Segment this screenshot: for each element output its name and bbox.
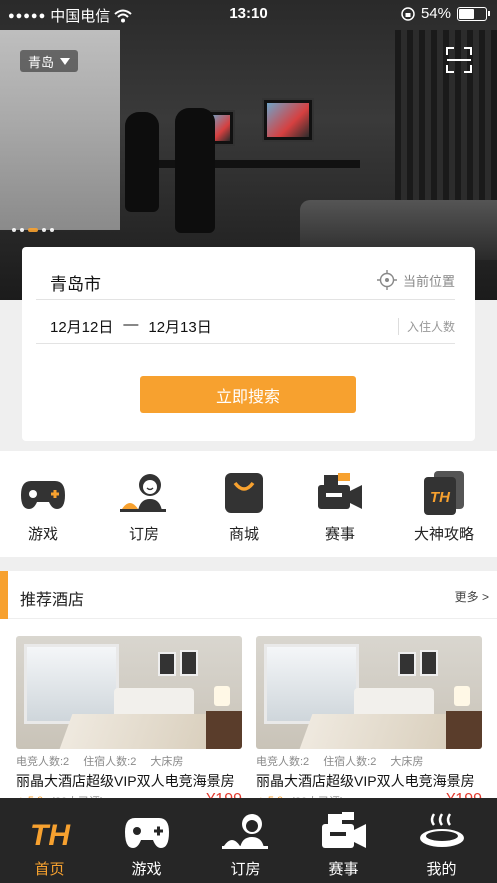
search-city: 青岛市 (50, 275, 101, 294)
hotel-meta: 电竞人数:2 住宿人数:2 大床房 (16, 753, 242, 769)
status-bar: ●●●●● 中国电信 13:10 54% (0, 0, 497, 28)
hero-chair (125, 112, 159, 212)
date-range[interactable]: 12月12日 — 12月13日 (50, 316, 212, 337)
home-logo-icon: TH (30, 819, 71, 852)
hotel-photo (256, 636, 482, 749)
pager-dot (20, 228, 24, 232)
tab-label: 订房 (230, 861, 261, 878)
category-label: 订房 (128, 526, 159, 543)
hotel-card[interactable]: 电竞人数:2 住宿人数:2 大床房 丽晶大酒店超级VIP双人电竞海景房 ★ 5.… (16, 636, 242, 809)
city-selector[interactable]: 青岛 (20, 50, 79, 72)
tab-label: 赛事 (328, 861, 359, 878)
esports-capacity: 电竞人数:2 (256, 756, 310, 768)
hotel-photo (16, 636, 242, 749)
recommended-hotels-section: 推荐酒店 更多 > 电竞人数:2 住宿人数:2 大床房 丽晶大酒店超级VIP双人… (0, 571, 497, 808)
hotel-card[interactable]: 电竞人数:2 住宿人数:2 大床房 丽晶大酒店超级VIP双人电竞海景房 ★ 5.… (256, 636, 482, 809)
banner-pager (12, 228, 54, 232)
pager-dot-active (28, 228, 38, 232)
esports-capacity: 电竞人数:2 (16, 756, 70, 768)
tab-label: 我的 (426, 861, 457, 878)
hero-chair (175, 108, 215, 233)
battery-icon (457, 6, 490, 21)
category-label: 大神攻略 (413, 526, 474, 543)
tab-mine[interactable]: 我的 (392, 798, 491, 883)
scan-icon[interactable] (446, 47, 472, 73)
tab-label: 首页 (34, 861, 65, 878)
category-label: 商城 (228, 526, 259, 543)
city-row[interactable]: 青岛市 当前位置 (36, 259, 455, 300)
stay-capacity: 住宿人数:2 (323, 756, 377, 768)
locate-icon (376, 270, 397, 290)
section-accent-bar (0, 571, 8, 619)
bed-type: 大床房 (150, 756, 184, 768)
stay-capacity: 住宿人数:2 (83, 756, 137, 768)
category-guides[interactable]: TH 大神攻略 (404, 469, 484, 544)
category-events[interactable]: 赛事 (300, 469, 380, 544)
hero-monitor (262, 98, 314, 142)
category-booking[interactable]: 订房 (104, 469, 184, 544)
pager-dot (50, 228, 54, 232)
category-label: 游戏 (27, 526, 58, 543)
bed-type: 大床房 (390, 756, 424, 768)
tab-home[interactable]: TH 首页 (0, 798, 99, 883)
pager-dot (12, 228, 16, 232)
date-separator: — (123, 316, 139, 333)
tab-label: 游戏 (131, 861, 162, 878)
more-link[interactable]: 更多 > (455, 588, 489, 605)
section-title: 推荐酒店 (20, 592, 85, 609)
hotel-meta: 电竞人数:2 住宿人数:2 大床房 (256, 753, 482, 769)
reception-icon (120, 474, 166, 512)
battery-percent: 54% (420, 5, 451, 22)
search-button[interactable]: 立即搜索 (140, 376, 356, 413)
guide-cards-icon: TH (424, 471, 464, 515)
date-row[interactable]: 12月12日 — 12月13日 入住人数 (36, 303, 455, 344)
svg-text:TH: TH (30, 819, 71, 852)
category-label: 赛事 (324, 526, 355, 543)
category-grid: 游戏 订房 商城 赛事 TH 大神攻略 (0, 451, 497, 557)
category-shop[interactable]: 商城 (204, 469, 284, 544)
camera-icon (321, 812, 366, 848)
hotel-search-card: 青岛市 当前位置 12月12日 — 12月13日 入住人数 立即搜索 (22, 247, 475, 441)
tab-booking[interactable]: 订房 (196, 798, 295, 883)
check-out-date: 12月13日 (148, 319, 212, 336)
city-selector-label: 青岛 (28, 54, 55, 70)
camera-icon (318, 473, 362, 509)
bottom-tab-bar: TH 首页 游戏 订房 赛事 我的 (0, 798, 497, 883)
pager-dot (42, 228, 46, 232)
category-games[interactable]: 游戏 (3, 469, 83, 544)
svg-text:TH: TH (430, 489, 451, 506)
guests-selector[interactable]: 入住人数 (397, 318, 455, 335)
gamepad-icon (21, 481, 65, 509)
caret-down-icon (60, 57, 71, 65)
current-location-button[interactable]: 当前位置 (376, 270, 455, 290)
check-in-date: 12月12日 (50, 319, 114, 336)
section-header: 推荐酒店 更多 > (0, 571, 497, 619)
hot-spring-icon (419, 813, 464, 847)
current-location-label: 当前位置 (402, 273, 455, 289)
shopping-bag-icon (225, 473, 263, 513)
reception-icon (221, 814, 268, 849)
hotel-name: 丽晶大酒店超级VIP双人电竞海景房 (256, 773, 475, 789)
app-screen: ●●●●● 中国电信 13:10 54% 青岛 青岛市 当前位置 12月12日 … (0, 0, 497, 883)
gamepad-icon (124, 818, 169, 848)
rotation-lock-icon (401, 6, 415, 21)
hotel-name: 丽晶大酒店超级VIP双人电竞海景房 (16, 773, 235, 789)
tab-events[interactable]: 赛事 (294, 798, 393, 883)
tab-games[interactable]: 游戏 (97, 798, 196, 883)
